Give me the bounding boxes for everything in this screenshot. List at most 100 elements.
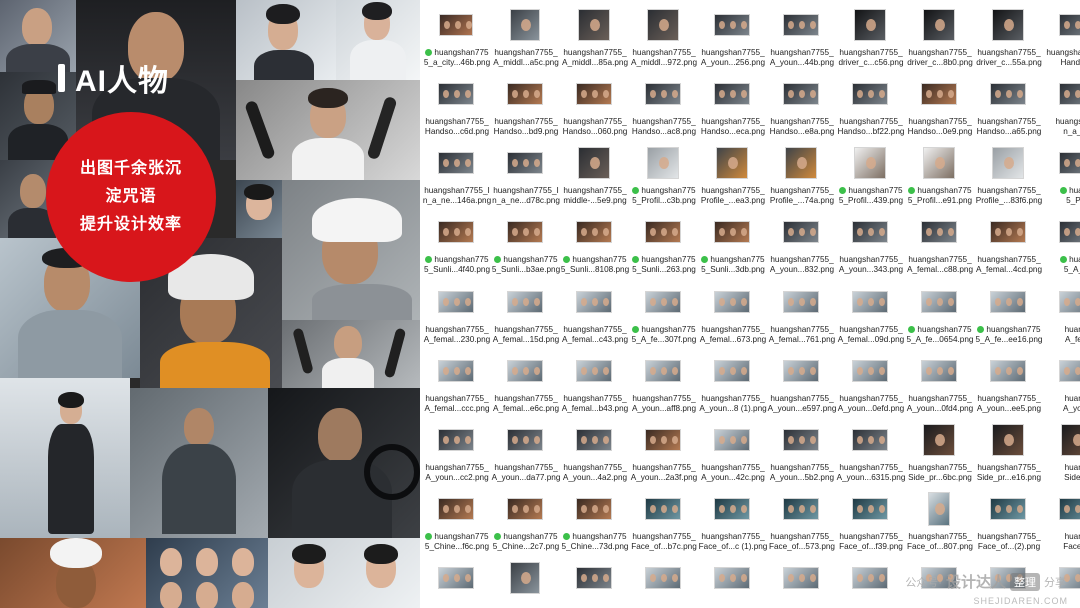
file-item[interactable]: huangshan775 5_Sunli...8108.png (560, 211, 629, 277)
file-name: huangshan7755_ A_youn...e597.png (767, 394, 837, 413)
file-item[interactable]: huangshan7755_ A_youn...5b2.png (767, 419, 835, 485)
file-item[interactable]: huangshan775 5_Sunli...4f40.png (422, 211, 490, 277)
file-thumbnail (854, 9, 886, 41)
file-item[interactable]: huangshan7755_ A_youn...cc2.png (422, 419, 490, 485)
thumbnail-figure (512, 436, 518, 444)
file-item[interactable]: huangshan7755_ driver_c...c56.png (836, 4, 904, 70)
file-item[interactable]: huangshan7755_ Handso...c6d.png (422, 73, 490, 139)
file-item[interactable]: huangsA_you... (1043, 350, 1080, 416)
file-item[interactable]: huangshan7755_ A_youn...343.png (836, 211, 904, 277)
file-item[interactable]: huangsA_fer... (1043, 281, 1080, 347)
file-item[interactable]: huangshan7755_ Handso...ac8.png (629, 73, 697, 139)
file-item[interactable] (767, 557, 835, 608)
file-item[interactable]: huangshan7755_ A_youn...2a3f.png (629, 419, 697, 485)
file-item[interactable]: huangshan7755_ Handso...060.png (560, 73, 628, 139)
file-item[interactable]: huangshan775 5_Chine...73d.png (560, 488, 628, 554)
file-item[interactable]: huangshan775 5_Sunli...3db.png (698, 211, 766, 277)
file-item[interactable]: huangshan7755_ Side_pr...e16.png (974, 419, 1042, 485)
file-item[interactable]: huangshan7755_ Handso...bd9.png (491, 73, 559, 139)
file-item[interactable]: huangshan775 5_a_city...46b.png (422, 4, 490, 70)
file-item[interactable]: huangshan7755_ A_femal...09d.png (836, 281, 904, 347)
file-item[interactable]: huangshan7755_ A_youn...6315.png (836, 419, 905, 485)
file-item[interactable]: huangs5_Pr... (1043, 142, 1080, 208)
thumbnail-figure (937, 367, 943, 375)
file-item[interactable]: huangshan775 5_A_fe...0654.png (905, 281, 973, 347)
file-item[interactable]: huangshan7755_ A_youn...42c.png (698, 419, 766, 485)
file-item[interactable]: huangshan7755_ Profile_...ea3.png (698, 142, 766, 208)
file-item[interactable]: huangshan7755_I n_a_ne...d78c.png (491, 142, 560, 208)
file-item[interactable]: huangshan7755_ A_femal...b43.png (560, 350, 628, 416)
file-item[interactable]: huangshan7755_ A_youn...0fd4.png (905, 350, 973, 416)
woman-headset-smiling-image (268, 538, 420, 608)
file-item[interactable]: huangsSide_... (1043, 419, 1080, 485)
file-item[interactable]: huangshan7755_ A_femal...230.png (422, 281, 490, 347)
file-item[interactable]: huangshan775 5_Profil...e91.png (905, 142, 973, 208)
file-item[interactable]: huangshan7755_ Face_of...807.png (905, 488, 973, 554)
file-item[interactable]: huangshan7755_ Face_of...b7c.png (629, 488, 697, 554)
file-item[interactable]: huangshan775 5_A_fe...ee16.png (974, 281, 1042, 347)
file-item[interactable]: huangshan7755_ A_youn...8 (1).png (698, 350, 767, 416)
file-item[interactable]: huangshan7755_ A_youn...44b.png (767, 4, 835, 70)
file-item[interactable]: huangshan7755_ driver_c...8b0.png (905, 4, 973, 70)
file-item[interactable] (629, 557, 697, 608)
file-item[interactable]: huangshan7755_ Profile_...74a.png (767, 142, 835, 208)
file-item[interactable]: huangshan7755_ Handso...e8a.png (767, 73, 835, 139)
file-item[interactable]: huangshan7755_ A_femal...761.png (767, 281, 835, 347)
file-item[interactable]: huangshan7755_ A_middl...972.png (629, 4, 697, 70)
file-item[interactable]: huangshan7755_ Handso...eca.png (698, 73, 766, 139)
file-item[interactable]: huangshan775 5_Chine...2c7.png (491, 488, 559, 554)
file-item[interactable]: huangshan7755_ A_middl...85a.png (560, 4, 628, 70)
file-item[interactable]: huangshan775 5_A_fe...307f.png (629, 281, 697, 347)
file-item[interactable]: huangshan7755_ A_youn...e597.png (767, 350, 837, 416)
file-item[interactable]: huangshan7n_a_n... (1043, 73, 1080, 139)
file-item[interactable]: huangshan7755_ A_femal...4cd.png (974, 211, 1042, 277)
file-item[interactable]: huangshan775 5_Sunli...b3ae.png (491, 211, 560, 277)
file-item[interactable]: huangshan7755_ middle-...5e9.png (560, 142, 628, 208)
thumbnail-figure (730, 436, 736, 444)
thumbnail-figure (523, 90, 529, 98)
file-name: huangshan7n_a_n... (1055, 117, 1080, 136)
file-item[interactable]: huangshan7755_ A_middl...a5c.png (491, 4, 559, 70)
file-thumbnail (992, 147, 1024, 179)
file-item[interactable]: huangshan7755_ Face_of...c (1).png (698, 488, 767, 554)
file-item[interactable]: huangshan7755_ A_youn...832.png (767, 211, 835, 277)
file-item[interactable]: huangshan7755_ Handso...0e9.png (905, 73, 973, 139)
file-item[interactable]: huangshan7755_ A_femal...c88.png (905, 211, 973, 277)
file-item[interactable]: huangshan7755_ A_femal...e6c.png (491, 350, 559, 416)
file-item[interactable]: huangshan7755_ Handso...a65.png (974, 73, 1042, 139)
thumbnail-figure (879, 367, 885, 375)
thumbnail-figure (1004, 157, 1014, 169)
file-thumbnail (438, 152, 474, 174)
file-item[interactable]: huangshan7755_ A_femal...15d.png (491, 281, 559, 347)
file-item[interactable]: huangshan7755_ A_youn...da77.png (491, 419, 560, 485)
file-item[interactable]: huangs5_A_f... (1043, 211, 1080, 277)
file-item[interactable] (422, 557, 490, 608)
file-item[interactable]: huangshan775 5_Profil...c3b.png (629, 142, 697, 208)
file-item[interactable]: huangshan7755_ A_femal...c43.png (560, 281, 628, 347)
file-item[interactable]: huangshan7755_ driver_c...55a.png (974, 4, 1042, 70)
file-item[interactable] (491, 557, 559, 608)
file-item[interactable]: huangshan7755_ A_youn...256.png (698, 4, 766, 70)
file-item[interactable]: huangshan7755_ A_femal...673.png (698, 281, 766, 347)
file-item[interactable]: huangshan7755_ Profile_...83f6.png (974, 142, 1042, 208)
file-item[interactable] (560, 557, 628, 608)
file-item[interactable]: huangsFace_... (1043, 488, 1080, 554)
file-item[interactable]: huangshan775 5_Sunli...263.png (629, 211, 697, 277)
file-item[interactable]: huangshan7755_ Side_pr...6bc.png (905, 419, 973, 485)
file-item[interactable]: huangshan7755_ A_youn...4a2.png (560, 419, 628, 485)
file-item[interactable] (698, 557, 766, 608)
file-item[interactable]: huangshan7755_ Face_of...(2).png (974, 488, 1042, 554)
file-item[interactable]: huangshan7755_ A_youn...ee5.png (974, 350, 1042, 416)
file-item[interactable]: huangshan7755_ A_youn...aff8.png (629, 350, 697, 416)
file-item[interactable]: huangshan7755_ A_youn...0efd.png (836, 350, 904, 416)
file-item[interactable]: huangshan7755_ Face_of...f39.png (836, 488, 904, 554)
file-item[interactable]: huangshan7755_ A_femal...ccc.png (422, 350, 490, 416)
file-item[interactable] (836, 557, 904, 608)
file-item[interactable]: huangshan7755_ Face_of...573.png (767, 488, 835, 554)
file-item[interactable]: huangshan775 5_Profil...439.png (836, 142, 904, 208)
file-item[interactable]: huangshan7755_I n_a_ne...146a.png (422, 142, 491, 208)
file-item[interactable]: huangshan7755_ Handso...bf22.png (836, 73, 904, 139)
thumbnail-figure (1004, 19, 1014, 31)
file-item[interactable]: huangshan775 5_Chine...f6c.png (422, 488, 490, 554)
file-item[interactable]: huangshan7755_Handso... (1043, 4, 1080, 70)
